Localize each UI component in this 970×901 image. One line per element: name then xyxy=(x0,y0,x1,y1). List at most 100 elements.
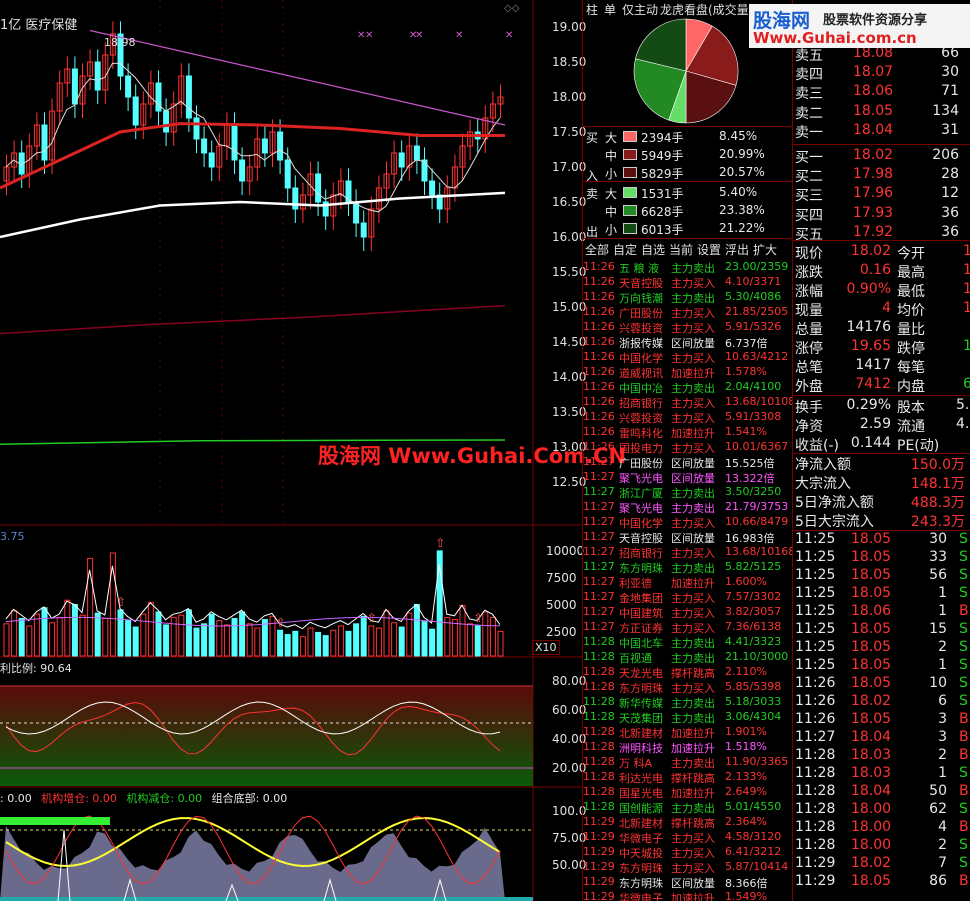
diamond-icon[interactable]: ◇◇ xyxy=(504,3,519,14)
news-row[interactable]: 11:26 万向钱潮 主力卖出 5.30/4086 xyxy=(583,290,793,305)
trade-row[interactable]: 11:29 18.05 86 B xyxy=(793,873,970,891)
news-row[interactable]: 11:28 东方明珠 主力买入 5.85/5398 xyxy=(583,680,793,695)
buy-breakdown: 买 入 大 2394手 8.45% 中 5949手 20.99% 小 5829手 20.57% xyxy=(583,126,793,183)
trade-row[interactable]: 11:25 18.05 2 S xyxy=(793,639,970,657)
trade-row[interactable]: 11:25 18.05 30 S xyxy=(793,531,970,549)
news-row[interactable]: 11:26 国投电力 主力买入 10.01/6367 xyxy=(583,440,793,455)
news-time: 11:26 xyxy=(583,350,615,363)
news-row[interactable]: 11:26 五 粮 液主力卖出 23.00/2359 xyxy=(583,260,793,275)
news-row[interactable]: 11:28 百视通 主力卖出 21.10/3000 xyxy=(583,650,793,665)
trade-row[interactable]: 11:25 18.05 33 S xyxy=(793,549,970,567)
news-row[interactable]: 11:28 国创能源 主力卖出 5.01/4550 xyxy=(583,800,793,815)
news-row[interactable]: 11:26 浙报传媒 区间放量 6.737倍 xyxy=(583,335,793,350)
bid-row[interactable]: 买五 17.92 36 xyxy=(793,223,970,243)
news-stock: 利亚德 xyxy=(619,577,652,590)
tick-trades[interactable]: 11:25 18.05 30 S 11:25 18.05 33 S 11:25 18.05 56 S 1… xyxy=(793,531,970,901)
trade-row[interactable]: 11:26 18.05 10 S xyxy=(793,675,970,693)
bid-row[interactable]: 买三 17.96 12 xyxy=(793,184,970,204)
news-row[interactable]: 11:27 天音控股 区间放量 16.983倍 xyxy=(583,530,793,545)
news-row[interactable]: 11:26 招商银行 主力买入 13.68/10108 xyxy=(583,395,793,410)
trade-row[interactable]: 11:25 18.05 1 S xyxy=(793,657,970,675)
radar-news-list[interactable]: 11:26 五 粮 液主力卖出 23.00/2359 11:26 天音控股 主力买入 4.1… xyxy=(583,260,793,901)
news-row[interactable]: 11:27 招商银行 主力买入 13.68/10168 xyxy=(583,545,793,560)
news-row[interactable]: 11:27 聚飞光电 主力卖出 21.79/3753 xyxy=(583,500,793,515)
trade-time: 11:25 xyxy=(795,621,836,637)
trade-row[interactable]: 11:28 18.00 4 B xyxy=(793,819,970,837)
news-row[interactable]: 11:27 东方明珠 主力卖出 5.82/5125 xyxy=(583,560,793,575)
news-row[interactable]: 11:28 北新建材 加速拉升 1.901% xyxy=(583,725,793,740)
trade-row[interactable]: 11:28 18.03 1 S xyxy=(793,765,970,783)
stat-key: 总量 xyxy=(795,322,823,338)
news-row[interactable]: 11:26 中国化学 主力买入 10.63/4212 xyxy=(583,350,793,365)
news-row[interactable]: 11:28 国星光电 加速拉升 2.649% xyxy=(583,785,793,800)
filter-tab[interactable]: 设置 xyxy=(697,241,721,258)
trade-row[interactable]: 11:25 18.06 1 B xyxy=(793,603,970,621)
news-row[interactable]: 11:28 天茂集团 主力卖出 3.06/4304 xyxy=(583,710,793,725)
trade-row[interactable]: 11:29 18.02 7 S xyxy=(793,855,970,873)
trade-side: B xyxy=(959,729,969,745)
bid-row[interactable]: 买一 18.02 206 xyxy=(793,146,970,166)
trade-row[interactable]: 11:25 18.05 1 S xyxy=(793,585,970,603)
ask-label: 卖四 xyxy=(795,67,823,84)
news-row[interactable]: 11:29 东方明珠 主力买入 5.87/10414 xyxy=(583,860,793,875)
ask-row[interactable]: 卖二 18.05 134 xyxy=(793,102,970,122)
news-row[interactable]: 11:27 浙江广厦 主力卖出 3.50/3250 xyxy=(583,485,793,500)
news-row[interactable]: 11:28 新华传媒 主力卖出 5.18/3033 xyxy=(583,695,793,710)
ask-row[interactable]: 卖四 18.07 30 xyxy=(793,63,970,84)
trade-row[interactable]: 11:26 18.02 6 S xyxy=(793,693,970,711)
news-row[interactable]: 11:28 中国北车 主力卖出 4.41/3323 xyxy=(583,635,793,650)
trade-row[interactable]: 11:26 18.05 3 B xyxy=(793,711,970,729)
news-row[interactable]: 11:26 中国中冶 主力卖出 2.04/4100 xyxy=(583,380,793,395)
news-value: 23.00/2359 xyxy=(725,260,789,273)
news-row[interactable]: 11:29 东方明珠 区间放量 8.366倍 xyxy=(583,875,793,890)
news-row[interactable]: 11:26 雷鸣科化 加速拉升 1.541% xyxy=(583,425,793,440)
ask-row[interactable]: 卖一 18.04 31 xyxy=(793,121,970,141)
news-row[interactable]: 11:26 天音控股 主力买入 4.10/3371 xyxy=(583,275,793,290)
news-row[interactable]: 11:29 华微电子 加速拉升 1.549% xyxy=(583,890,793,901)
trade-row[interactable]: 11:27 18.04 3 B xyxy=(793,729,970,747)
trade-row[interactable]: 11:28 18.03 2 B xyxy=(793,747,970,765)
filter-tab[interactable]: 当前 xyxy=(669,241,693,258)
news-row[interactable]: 11:27 中国化学 主力买入 10.66/8479 xyxy=(583,515,793,530)
news-row[interactable]: 11:26 兴蓉投资 主力买入 5.91/5326 xyxy=(583,320,793,335)
news-row[interactable]: 11:27 聚飞光电 区间放量 13.322倍 xyxy=(583,470,793,485)
news-row[interactable]: 11:27 方正证券 主力买入 7.36/6138 xyxy=(583,620,793,635)
bid-price: 18.02 xyxy=(853,147,894,163)
bid-row[interactable]: 买四 17.93 36 xyxy=(793,204,970,224)
filter-tab[interactable]: 全部 xyxy=(585,241,609,258)
news-row[interactable]: 11:27 广田股份 区间放量 15.525倍 xyxy=(583,455,793,470)
trade-price: 18.05 xyxy=(851,549,892,565)
inst-decrease-label: 机构减仓: 0.00 xyxy=(126,792,203,805)
news-row[interactable]: 11:28 洲明科技 加速拉升 1.518% xyxy=(583,740,793,755)
filter-tab[interactable]: 浮出 xyxy=(725,241,749,258)
news-row[interactable]: 11:27 利亚德 加速拉升 1.600% xyxy=(583,575,793,590)
news-row[interactable]: 11:28 天龙光电 撑杆跳高 2.110% xyxy=(583,665,793,680)
news-row[interactable]: 11:29 中天城投 主力买入 6.41/3212 xyxy=(583,845,793,860)
trade-row[interactable]: 11:25 18.05 56 S xyxy=(793,567,970,585)
news-row[interactable]: 11:28 万 科A 主力卖出 11.90/3365 xyxy=(583,755,793,770)
trade-row[interactable]: 11:28 18.00 62 S xyxy=(793,801,970,819)
news-row[interactable]: 11:26 兴蓉投资 主力买入 5.91/3308 xyxy=(583,410,793,425)
sell-color-swatch xyxy=(623,223,637,234)
trade-row[interactable]: 11:25 18.05 15 S xyxy=(793,621,970,639)
news-row[interactable]: 11:29 北新建材 撑杆跳高 2.364% xyxy=(583,815,793,830)
news-row[interactable]: 11:26 道威视讯 加速拉升 1.578% xyxy=(583,365,793,380)
news-row[interactable]: 11:26 广田股份 主力买入 21.85/2505 xyxy=(583,305,793,320)
trade-row[interactable]: 11:28 18.00 2 S xyxy=(793,837,970,855)
filter-tab[interactable]: 自选 xyxy=(641,241,665,258)
buy-percent: 20.57% xyxy=(719,165,765,179)
tab-bar[interactable]: 柱 xyxy=(586,1,598,18)
filter-tab[interactable]: 扩大 xyxy=(753,241,777,258)
news-row[interactable]: 11:28 利达光电 撑杆跳高 2.133% xyxy=(583,770,793,785)
news-row[interactable]: 11:29 华微电子 主力买入 4.58/3120 xyxy=(583,830,793,845)
candle-body xyxy=(125,75,132,98)
bid-row[interactable]: 买二 17.98 28 xyxy=(793,165,970,185)
candle-body xyxy=(277,131,284,161)
ask-row[interactable]: 卖三 18.06 71 xyxy=(793,82,970,102)
news-row[interactable]: 11:27 中国建筑 主力买入 3.82/3057 xyxy=(583,605,793,620)
news-row[interactable]: 11:27 金地集团 主力买入 7.57/3302 xyxy=(583,590,793,605)
tab-single[interactable]: 单 xyxy=(604,1,616,18)
trade-row[interactable]: 11:28 18.04 50 B xyxy=(793,783,970,801)
filter-tab[interactable]: 自定 xyxy=(613,241,637,258)
chart-area[interactable]: ⇧ ⇧ ⇧ ⇧ ⇧ ✕ ✕ ✕ ✕ ✕ ✕ 1亿 医疗保健 18.98 ◇◇ 19.00 18.50 1… xyxy=(0,0,626,901)
